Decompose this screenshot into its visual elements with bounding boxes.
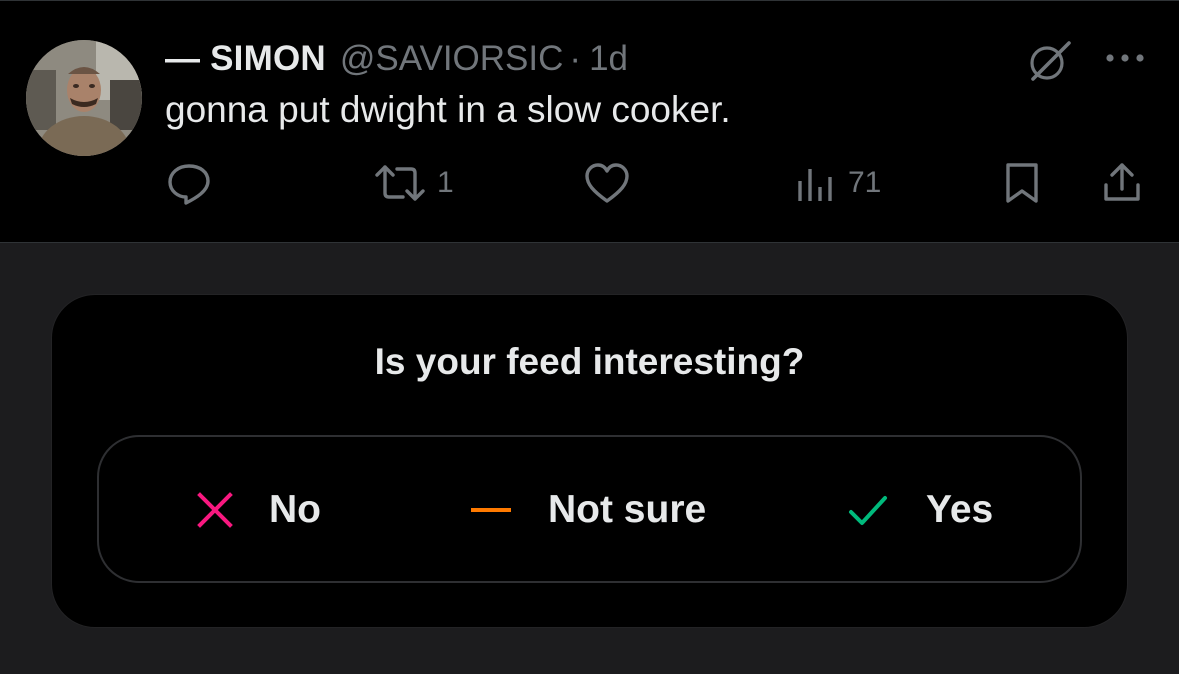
feedback-not-sure-button[interactable]: Not sure bbox=[470, 484, 706, 536]
share-button[interactable] bbox=[1100, 161, 1144, 205]
views-count: 71 bbox=[848, 166, 882, 199]
check-icon bbox=[849, 496, 887, 525]
reply-icon bbox=[168, 164, 210, 205]
timestamp[interactable]: 1d bbox=[589, 39, 628, 79]
display-name[interactable]: — SIMON bbox=[165, 39, 326, 79]
bookmark-icon bbox=[1006, 163, 1038, 203]
tweet-text: gonna put dwight in a slow cooker. bbox=[165, 89, 731, 130]
avatar[interactable] bbox=[26, 40, 142, 156]
repost-button[interactable]: 1 bbox=[371, 161, 454, 205]
grok-icon[interactable] bbox=[1025, 39, 1073, 83]
views-button[interactable]: 71 bbox=[794, 161, 881, 205]
reply-button[interactable] bbox=[166, 161, 220, 205]
feedback-no-button[interactable]: No bbox=[197, 484, 321, 536]
avatar-image bbox=[26, 40, 142, 156]
x-icon bbox=[197, 492, 233, 528]
share-icon bbox=[1104, 163, 1140, 201]
page: — SIMON @SAVIORSIC · 1d gonna put dwight… bbox=[0, 0, 1179, 674]
heart-icon bbox=[585, 163, 629, 203]
separator-dot: · bbox=[569, 39, 582, 78]
repost-icon bbox=[375, 165, 425, 201]
bookmark-button[interactable] bbox=[1000, 161, 1044, 205]
feedback-not-sure-label: Not sure bbox=[548, 488, 707, 531]
feedback-no-label: No bbox=[269, 488, 321, 531]
feedback-yes-button[interactable]: Yes bbox=[848, 484, 993, 536]
more-icon[interactable] bbox=[1102, 43, 1148, 73]
feedback-yes-label: Yes bbox=[926, 488, 994, 531]
repost-count: 1 bbox=[437, 166, 454, 199]
tweet-header: — SIMON @SAVIORSIC · 1d bbox=[165, 37, 628, 81]
like-button[interactable] bbox=[583, 161, 639, 205]
views-icon bbox=[798, 169, 832, 201]
feedback-title: Is your feed interesting? bbox=[374, 341, 805, 382]
dash-icon bbox=[471, 508, 511, 512]
tweet[interactable]: — SIMON @SAVIORSIC · 1d gonna put dwight… bbox=[0, 0, 1179, 243]
handle[interactable]: @SAVIORSIC bbox=[340, 39, 564, 79]
